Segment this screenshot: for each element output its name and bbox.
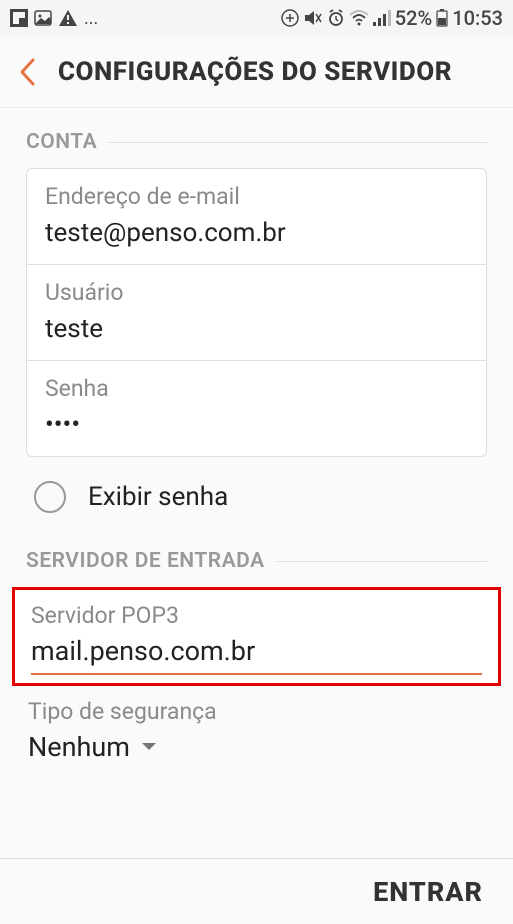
- password-field[interactable]: Senha ••••: [27, 361, 486, 456]
- pop3-label: Servidor POP3: [31, 602, 482, 629]
- divider: [277, 561, 487, 562]
- account-section-header: CONTA: [26, 130, 487, 154]
- incoming-section-header: SERVIDOR DE ENTRADA: [26, 549, 487, 573]
- content: CONTA Endereço de e-mail teste@penso.com…: [0, 108, 513, 763]
- user-label: Usuário: [45, 279, 468, 306]
- divider: [109, 142, 487, 143]
- account-section-title: CONTA: [26, 130, 97, 154]
- email-label: Endereço de e-mail: [45, 183, 468, 210]
- flipboard-icon: [10, 9, 28, 27]
- app-bar: CONFIGURAÇÕES DO SERVIDOR: [0, 36, 513, 108]
- footer-bar: ENTRAR: [0, 858, 513, 924]
- mute-icon: [303, 9, 323, 27]
- battery-percent: 52%: [395, 6, 432, 30]
- signal-icon: [373, 10, 391, 26]
- user-value: teste: [45, 314, 468, 344]
- plus-circle-icon: [281, 9, 299, 27]
- status-right: 52% 10:53: [281, 6, 503, 30]
- account-card: Endereço de e-mail teste@penso.com.br Us…: [26, 168, 487, 457]
- battery-icon: [436, 9, 448, 27]
- more-icon: ...: [84, 8, 98, 29]
- back-button[interactable]: [18, 57, 36, 87]
- wifi-icon: [349, 10, 369, 26]
- input-underline: [31, 673, 482, 675]
- email-value: teste@penso.com.br: [45, 218, 468, 248]
- incoming-section-title: SERVIDOR DE ENTRADA: [26, 549, 265, 573]
- pop3-highlight: Servidor POP3 mail.penso.com.br: [12, 587, 501, 686]
- pop3-input[interactable]: mail.penso.com.br: [31, 635, 482, 667]
- security-value: Nenhum: [28, 731, 130, 763]
- image-icon: [34, 9, 52, 27]
- page-title: CONFIGURAÇÕES DO SERVIDOR: [58, 57, 452, 87]
- checkbox-empty-icon[interactable]: [34, 481, 66, 513]
- warning-icon: [58, 9, 78, 27]
- chevron-down-icon: [140, 741, 158, 753]
- status-left: ...: [10, 8, 98, 29]
- submit-button[interactable]: ENTRAR: [373, 876, 483, 908]
- show-password-row[interactable]: Exibir senha: [26, 457, 487, 549]
- security-label: Tipo de segurança: [28, 698, 485, 725]
- status-bar: ... 52% 10:53: [0, 0, 513, 36]
- security-dropdown[interactable]: Nenhum: [28, 731, 485, 763]
- password-value: ••••: [45, 410, 468, 440]
- email-field[interactable]: Endereço de e-mail teste@penso.com.br: [27, 169, 486, 265]
- password-label: Senha: [45, 375, 468, 402]
- clock-time: 10:53: [452, 6, 503, 30]
- user-field[interactable]: Usuário teste: [27, 265, 486, 361]
- alarm-icon: [327, 9, 345, 27]
- show-password-label: Exibir senha: [88, 482, 228, 512]
